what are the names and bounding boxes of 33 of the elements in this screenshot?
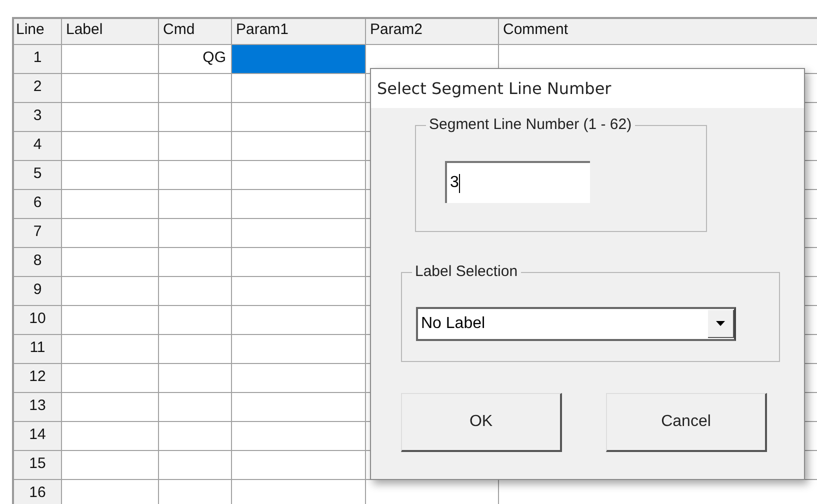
dialog-button[interactable]: Cancel (606, 393, 767, 452)
column-header[interactable]: Param1 (232, 19, 366, 45)
line-number: 13 (14, 393, 61, 421)
column-header[interactable]: Cmd (159, 19, 232, 45)
column-header[interactable]: Label (62, 19, 159, 45)
dropdown-button[interactable] (708, 310, 734, 338)
text-cursor (458, 174, 460, 192)
group-label: Segment Line Number (1 - 62) (426, 116, 635, 133)
line-number: 8 (14, 248, 61, 276)
column-header[interactable]: Param2 (366, 19, 499, 45)
line-number: 1 (14, 45, 61, 73)
label-dropdown[interactable]: No Label (416, 307, 736, 341)
line-number: 9 (14, 277, 61, 305)
column-header[interactable]: Line (14, 19, 62, 45)
line-number: 12 (14, 364, 61, 392)
line-number: 4 (14, 132, 61, 160)
caret-down-icon (716, 321, 725, 326)
table-cell[interactable]: QG (159, 45, 231, 73)
line-number: 7 (14, 219, 61, 247)
column-header[interactable]: Comment (499, 19, 817, 45)
line-number: 3 (14, 103, 61, 131)
line-number: 2 (14, 74, 61, 102)
number-field[interactable]: 3 (445, 161, 590, 203)
line-number: 15 (14, 451, 61, 479)
line-number: 10 (14, 306, 61, 334)
line-number: 6 (14, 190, 61, 218)
dialog-title: Select Segment Line Number (377, 79, 612, 98)
line-number: 16 (14, 480, 61, 504)
line-number: 11 (14, 335, 61, 363)
line-number: 5 (14, 161, 61, 189)
selected-cell[interactable] (232, 45, 365, 73)
dialog-button[interactable]: OK (401, 393, 562, 452)
line-number: 14 (14, 422, 61, 450)
